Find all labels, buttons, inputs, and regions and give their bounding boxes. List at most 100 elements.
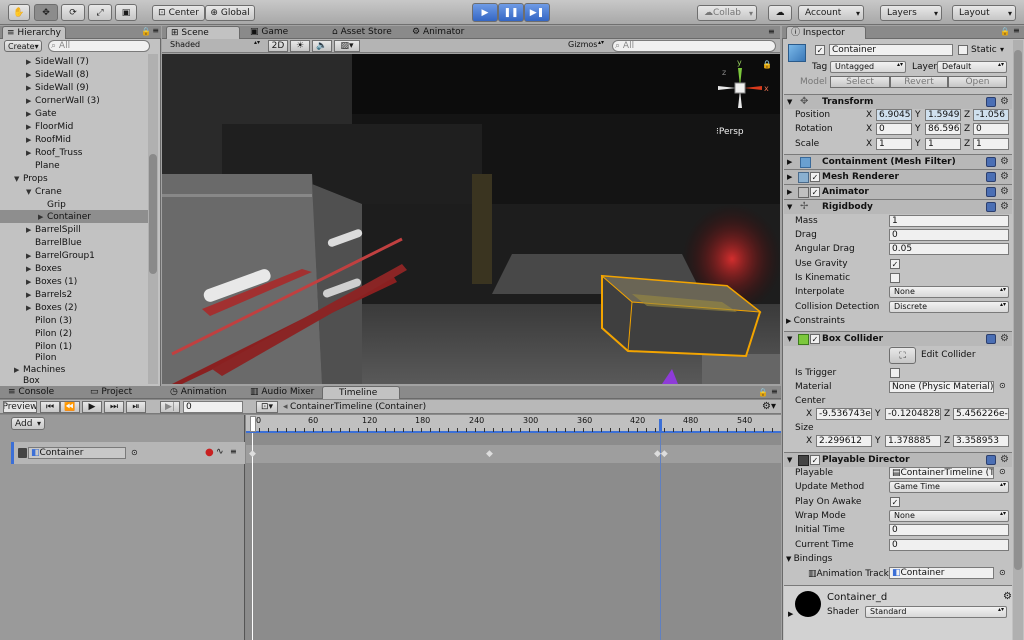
scene-search-input[interactable]: ⌕ All <box>612 40 776 52</box>
animator-header[interactable]: ▶ ✓ Animator ⚙ <box>784 184 1012 199</box>
shader-dropdown[interactable]: Standard <box>865 606 1007 618</box>
model-revert-button[interactable]: Revert <box>890 76 948 88</box>
tree-item[interactable]: ▶ Boxes (2) <box>26 302 77 315</box>
pause-button[interactable]: ❚❚ <box>498 3 524 22</box>
lock-icon[interactable]: 🔒 <box>141 27 151 36</box>
collision-detection-dropdown[interactable]: Discrete <box>889 301 1009 313</box>
track-binding-field[interactable]: ◧Container <box>28 447 126 459</box>
help-icon[interactable] <box>986 455 996 465</box>
hand-tool-button[interactable]: ✋ <box>8 4 30 21</box>
model-open-button[interactable]: Open <box>948 76 1007 88</box>
layers-dropdown[interactable]: Layers <box>880 5 942 21</box>
scale-x-field[interactable]: 1 <box>876 138 912 150</box>
add-track-dropdown[interactable]: Add <box>11 417 45 430</box>
position-x-field[interactable]: 6.9045 <box>876 109 912 121</box>
tree-item[interactable]: ▶ SideWall (8) <box>26 69 89 82</box>
tree-item[interactable]: ▶ Roof_Truss <box>26 147 83 160</box>
first-frame-button[interactable]: ⏮ <box>40 401 60 413</box>
gear-icon[interactable]: ⚙ <box>1000 453 1009 467</box>
rotation-y-field[interactable]: 86.596 <box>925 123 961 135</box>
lighting-toggle[interactable]: ☀ <box>290 40 310 52</box>
object-picker-icon[interactable]: ⊙ <box>999 467 1006 476</box>
tab-project[interactable]: ▭ Project <box>86 386 136 399</box>
center-z-field[interactable]: 5.456226e- <box>953 408 1009 420</box>
global-button[interactable]: ⊕ Global <box>205 5 255 21</box>
is-trigger-checkbox[interactable] <box>890 368 900 378</box>
keyframe-icon[interactable]: ◆◆ <box>654 449 668 459</box>
bindings-foldout[interactable]: ▼ Bindings <box>786 554 832 564</box>
expand-icon[interactable]: ▶ <box>788 610 793 618</box>
interpolate-dropdown[interactable]: None <box>889 286 1009 298</box>
cloud-button[interactable]: ☁ <box>768 5 792 21</box>
tree-item[interactable]: ▶ Boxes (1) <box>26 276 77 289</box>
tree-item[interactable]: ▶ SideWall (9) <box>26 82 89 95</box>
playable-field[interactable]: ▤ContainerTimeline (T <box>889 467 994 479</box>
transform-header[interactable]: ▼ ✥ Transform ⚙ <box>784 94 1012 109</box>
tree-item[interactable]: BarrelBlue <box>35 237 82 250</box>
center-x-field[interactable]: -9.536743e <box>816 408 872 420</box>
shading-mode-dropdown[interactable]: Shaded <box>166 40 262 52</box>
gear-icon[interactable]: ⚙ <box>1000 95 1009 109</box>
help-icon[interactable] <box>986 97 996 107</box>
active-checkbox[interactable]: ✓ <box>815 45 825 55</box>
use-gravity-checkbox[interactable]: ✓ <box>890 259 900 269</box>
create-dropdown[interactable]: Create <box>4 40 42 52</box>
physic-material-field[interactable]: None (Physic Material) <box>889 381 994 393</box>
tree-item[interactable]: ▼ Props <box>14 173 48 186</box>
tab-hierarchy[interactable]: ≡ Hierarchy <box>2 26 66 39</box>
object-picker-icon[interactable]: ⊙ <box>131 448 138 457</box>
tree-item[interactable]: ▶ FloorMid <box>26 121 73 134</box>
tree-item[interactable]: ▶ BarrelGroup1 <box>26 250 95 263</box>
tree-item[interactable]: ▶ CornerWall (3) <box>26 95 100 108</box>
material-settings-icon[interactable]: ⚙ <box>1003 591 1012 602</box>
preview-button[interactable]: Preview <box>3 401 37 413</box>
step-button[interactable]: ▶❚ <box>524 3 550 22</box>
menu-icon[interactable]: ≡ <box>152 26 159 35</box>
timeline-play-button[interactable]: ▶ <box>82 401 102 413</box>
tree-item[interactable]: ▼ Crane <box>26 186 62 199</box>
collab-dropdown[interactable]: ☁ Collab <box>697 5 757 21</box>
mesh-filter-header[interactable]: ▶ Containment (Mesh Filter) ⚙ <box>784 154 1012 169</box>
box-collider-checkbox[interactable]: ✓ <box>810 334 820 344</box>
tree-item[interactable]: ▶ BarrelSpill <box>26 224 81 237</box>
layer-dropdown[interactable]: Default <box>937 61 1007 73</box>
drag-field[interactable]: 0 <box>889 229 1009 241</box>
object-picker-icon[interactable]: ⊙ <box>999 568 1006 577</box>
scale-y-field[interactable]: 1 <box>925 138 961 150</box>
tree-item[interactable]: ▶ SideWall (7) <box>26 56 89 69</box>
playable-director-header[interactable]: ▼ ✓ Playable Director ⚙ <box>784 452 1012 467</box>
tab-asset-store[interactable]: ⌂ Asset Store <box>328 26 396 39</box>
tree-item[interactable]: Pilon (2) <box>35 328 72 341</box>
keyframe-icon[interactable]: ◆ <box>249 449 256 459</box>
keyframe-icon[interactable]: ◆ <box>486 449 493 459</box>
effects-dropdown[interactable]: ▨▾ <box>334 40 360 52</box>
tab-animator[interactable]: ⚙ Animator <box>408 26 468 39</box>
object-picker-icon[interactable]: ⊙ <box>999 381 1006 390</box>
tree-item[interactable]: ▶ Gate <box>26 108 57 121</box>
end-marker[interactable] <box>659 419 662 433</box>
play-range-button[interactable]: ▶| <box>160 401 180 413</box>
tree-item[interactable]: Box <box>23 375 40 384</box>
hierarchy-search-input[interactable]: ⌕ All <box>48 40 150 52</box>
gear-icon[interactable]: ⚙ <box>1000 185 1009 199</box>
gear-icon[interactable]: ⚙ <box>1000 200 1009 214</box>
rotation-x-field[interactable]: 0 <box>876 123 912 135</box>
rotate-tool-button[interactable]: ⟳ <box>61 4 85 21</box>
rigidbody-header[interactable]: ▼ ✢ Rigidbody ⚙ <box>784 199 1012 214</box>
mode-2d-button[interactable]: 2D <box>268 40 288 52</box>
rect-tool-button[interactable]: ▣ <box>115 4 137 21</box>
frame-input[interactable]: 0 <box>183 401 243 413</box>
menu-icon[interactable]: ≡ <box>1013 26 1020 35</box>
tab-console[interactable]: ≡ Console <box>4 386 58 399</box>
tree-item[interactable]: ▶ RoofMid <box>26 134 71 147</box>
account-dropdown[interactable]: Account <box>798 5 864 21</box>
animator-checkbox[interactable]: ✓ <box>810 187 820 197</box>
hierarchy-scrollbar[interactable] <box>148 54 158 384</box>
help-icon[interactable] <box>986 334 996 344</box>
gizmos-dropdown[interactable]: Gizmos <box>564 40 606 52</box>
tree-item[interactable]: Plane <box>35 160 60 173</box>
model-select-button[interactable]: Select <box>830 76 890 88</box>
pivot-center-button[interactable]: ⊡ Center <box>152 5 205 21</box>
tab-scene[interactable]: ⊞ Scene <box>166 26 240 39</box>
play-button[interactable]: ▶ <box>472 3 498 22</box>
